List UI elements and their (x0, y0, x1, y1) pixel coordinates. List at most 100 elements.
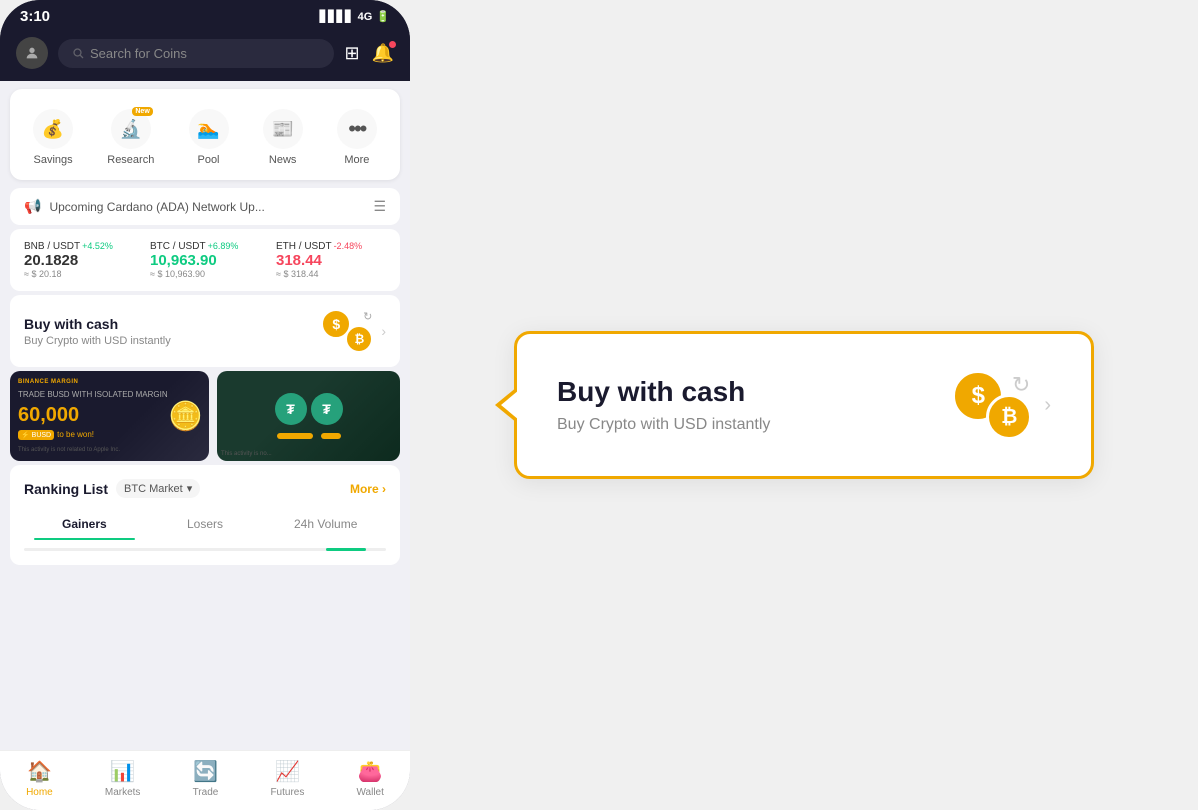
tether-stack (277, 433, 341, 439)
detail-chevron-icon: › (1044, 394, 1051, 417)
nav-trade[interactable]: 🔄 Trade (193, 759, 219, 798)
market-pill[interactable]: BTC Market ▾ (116, 479, 200, 498)
news-label: News (269, 154, 297, 166)
quick-item-news[interactable]: 📰 News (263, 109, 303, 166)
tab-gainers[interactable]: Gainers (24, 510, 145, 540)
bottom-nav: 🏠 Home 📊 Markets 🔄 Trade 📈 Futures 👛 Wal… (0, 750, 410, 810)
tab-24h-volume[interactable]: 24h Volume (265, 510, 386, 540)
dropdown-icon: ▾ (187, 482, 193, 495)
buy-cash-icons: $ ↻ ₿ (321, 309, 373, 353)
nav-home[interactable]: 🏠 Home (26, 759, 53, 798)
refresh-icon: ↻ (363, 310, 372, 323)
phone-shell: 3:10 ▋▋▋▋ 4G 🔋 Search for Coins ⊞ 🔔 (0, 0, 410, 810)
right-panel: Buy with cash Buy Crypto with USD instan… (410, 291, 1198, 519)
bnb-usd: ≈ $ 20.18 (24, 269, 134, 279)
more-link[interactable]: More › (350, 482, 386, 496)
ticker-card: BNB / USDT+4.52% 20.1828 ≈ $ 20.18 BTC /… (10, 229, 400, 291)
btc-pair: BTC / USDT+6.89% (150, 241, 260, 252)
megaphone-icon: 📢 (24, 198, 41, 215)
ticker-row: BNB / USDT+4.52% 20.1828 ≈ $ 20.18 BTC /… (24, 241, 386, 279)
research-label: Research (107, 154, 154, 166)
ranking-title: Ranking List (24, 481, 108, 497)
nav-wallet[interactable]: 👛 Wallet (356, 759, 383, 798)
ticker-btc[interactable]: BTC / USDT+6.89% 10,963.90 ≈ $ 10,963.90 (150, 241, 260, 279)
tab-losers[interactable]: Losers (145, 510, 266, 540)
wallet-icon: 👛 (358, 759, 383, 784)
btc-usd: ≈ $ 10,963.90 (150, 269, 260, 279)
eth-pair: ETH / USDT-2.48% (276, 241, 386, 252)
buy-cash-subtitle: Buy Crypto with USD instantly (24, 335, 321, 347)
trade-icon: 🔄 (193, 759, 218, 784)
header-icons: ⊞ 🔔 (344, 43, 394, 64)
network-label: 4G (358, 11, 373, 23)
banner-binance[interactable]: BINANCE MARGIN TRADE BUSD WITH ISOLATED … (10, 371, 209, 461)
coins-visual: $ ↻ ₿ (321, 309, 373, 353)
chevron-right-icon: › (381, 323, 386, 339)
buy-cash-title: Buy with cash (24, 316, 321, 332)
scan-icon[interactable]: ⊞ (344, 43, 359, 64)
banner-brand: BINANCE MARGIN (18, 379, 201, 385)
bell-icon[interactable]: 🔔 (372, 43, 394, 64)
buy-detail-icons: $ ↻ ₿ › (952, 370, 1051, 440)
savings-icon: 💰 (33, 109, 73, 149)
more-icon: ••• (337, 109, 377, 149)
ranking-tabs: Gainers Losers 24h Volume (24, 510, 386, 540)
quick-item-savings[interactable]: 💰 Savings (33, 109, 73, 166)
scroll-thumb (326, 548, 366, 551)
search-placeholder: Search for Coins (90, 46, 187, 61)
news-icon: 📰 (263, 109, 303, 149)
app-header: Search for Coins ⊞ 🔔 (0, 29, 410, 81)
markets-label: Markets (105, 787, 141, 798)
buy-card-detail[interactable]: Buy with cash Buy Crypto with USD instan… (514, 331, 1094, 479)
detail-coins-visual: $ ↻ ₿ (952, 370, 1032, 440)
ranking-header: Ranking List BTC Market ▾ More › (24, 479, 386, 498)
buy-cash-card[interactable]: Buy with cash Buy Crypto with USD instan… (10, 295, 400, 367)
status-time: 3:10 (20, 8, 50, 25)
announcement-bar[interactable]: 📢 Upcoming Cardano (ADA) Network Up... ☰ (10, 188, 400, 225)
buy-detail-text: Buy with cash Buy Crypto with USD instan… (557, 376, 952, 434)
tether-disclaimer: This activity is no... (221, 451, 272, 457)
status-bar: 3:10 ▋▋▋▋ 4G 🔋 (0, 0, 410, 29)
btc-price: 10,963.90 (150, 252, 260, 269)
markets-icon: 📊 (110, 759, 135, 784)
banner-tether[interactable]: ₮ ₮ This activity is no... (217, 371, 400, 461)
pool-icon: 🏊 (189, 109, 229, 149)
ranking-card: Ranking List BTC Market ▾ More › Gainers… (10, 465, 400, 565)
more-label: More (344, 154, 369, 166)
search-bar[interactable]: Search for Coins (58, 39, 334, 68)
detail-btc-coin: ₿ (986, 394, 1032, 440)
scroll-indicator (24, 548, 386, 551)
quick-item-more[interactable]: ••• More (337, 109, 377, 166)
buy-detail-title: Buy with cash (557, 376, 952, 408)
quick-item-pool[interactable]: 🏊 Pool (189, 109, 229, 166)
avatar[interactable] (16, 37, 48, 69)
bnb-price: 20.1828 (24, 252, 134, 269)
buy-cash-text: Buy with cash Buy Crypto with USD instan… (24, 316, 321, 347)
quick-menu-card: 💰 Savings 🔬 New Research 🏊 Pool 📰 Ne (10, 89, 400, 180)
tether-coins: ₮ ₮ (275, 393, 343, 425)
banner-coin-icon: 🪙 (168, 400, 203, 433)
buy-detail-subtitle: Buy Crypto with USD instantly (557, 416, 952, 434)
ticker-eth[interactable]: ETH / USDT-2.48% 318.44 ≈ $ 318.44 (276, 241, 386, 279)
btc-coin: ₿ (345, 325, 373, 353)
research-icon: 🔬 New (111, 109, 151, 149)
market-label: BTC Market (124, 483, 183, 495)
futures-icon: 📈 (275, 759, 300, 784)
banner-description: TRADE BUSD WITH ISOLATED MARGIN (18, 390, 201, 399)
home-label: Home (26, 787, 53, 798)
banners-row: BINANCE MARGIN TRADE BUSD WITH ISOLATED … (10, 371, 400, 461)
wallet-label: Wallet (356, 787, 383, 798)
status-icons: ▋▋▋▋ 4G 🔋 (320, 10, 390, 23)
eth-usd: ≈ $ 318.44 (276, 269, 386, 279)
nav-markets[interactable]: 📊 Markets (105, 759, 141, 798)
list-icon[interactable]: ☰ (373, 198, 386, 215)
home-icon: 🏠 (27, 759, 52, 784)
bnb-pair: BNB / USDT+4.52% (24, 241, 134, 252)
futures-label: Futures (270, 787, 304, 798)
nav-futures[interactable]: 📈 Futures (270, 759, 304, 798)
ticker-bnb[interactable]: BNB / USDT+4.52% 20.1828 ≈ $ 20.18 (24, 241, 134, 279)
signal-icon: ▋▋▋▋ (320, 10, 354, 23)
quick-item-research[interactable]: 🔬 New Research (107, 109, 154, 166)
main-scroll[interactable]: 💰 Savings 🔬 New Research 🏊 Pool 📰 Ne (0, 81, 410, 810)
quick-menu: 💰 Savings 🔬 New Research 🏊 Pool 📰 Ne (16, 99, 394, 170)
